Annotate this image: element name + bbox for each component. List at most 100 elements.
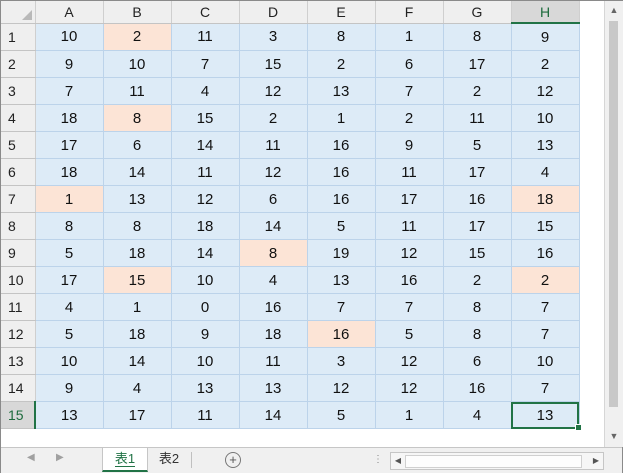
- cell-b9[interactable]: 18: [103, 239, 172, 267]
- cell-c8[interactable]: 18: [171, 212, 240, 240]
- cell-f6[interactable]: 11: [375, 158, 444, 186]
- cell-b1[interactable]: 2: [103, 23, 172, 51]
- cell-h12[interactable]: 7: [511, 320, 580, 348]
- cell-b7[interactable]: 13: [103, 185, 172, 213]
- cell-b14[interactable]: 4: [103, 374, 172, 402]
- cell-e2[interactable]: 2: [307, 50, 376, 78]
- row-header-13[interactable]: 13: [1, 347, 36, 375]
- cell-f8[interactable]: 11: [375, 212, 444, 240]
- cell-d14[interactable]: 13: [239, 374, 308, 402]
- cell-a5[interactable]: 17: [35, 131, 104, 159]
- cell-a12[interactable]: 5: [35, 320, 104, 348]
- cell-h11[interactable]: 7: [511, 293, 580, 321]
- cell-f3[interactable]: 7: [375, 77, 444, 105]
- cell-a7[interactable]: 1: [35, 185, 104, 213]
- cell-c5[interactable]: 14: [171, 131, 240, 159]
- cell-b13[interactable]: 14: [103, 347, 172, 375]
- cell-h2[interactable]: 2: [511, 50, 580, 78]
- cell-h8[interactable]: 15: [511, 212, 580, 240]
- column-header-f[interactable]: F: [375, 1, 444, 24]
- cell-h9[interactable]: 16: [511, 239, 580, 267]
- cell-h14[interactable]: 7: [511, 374, 580, 402]
- cell-c6[interactable]: 11: [171, 158, 240, 186]
- tab-sheet2[interactable]: 表2: [150, 448, 188, 470]
- cell-g8[interactable]: 17: [443, 212, 512, 240]
- cell-e10[interactable]: 13: [307, 266, 376, 294]
- column-header-d[interactable]: D: [239, 1, 308, 24]
- cell-d8[interactable]: 14: [239, 212, 308, 240]
- cell-f1[interactable]: 1: [375, 23, 444, 51]
- next-sheet-icon[interactable]: ▶: [56, 452, 64, 463]
- cell-c4[interactable]: 15: [171, 104, 240, 132]
- cell-a13[interactable]: 10: [35, 347, 104, 375]
- row-header-2[interactable]: 2: [1, 50, 36, 78]
- cell-d4[interactable]: 2: [239, 104, 308, 132]
- cell-d1[interactable]: 3: [239, 23, 308, 51]
- cell-b15[interactable]: 17: [103, 401, 172, 429]
- cell-f15[interactable]: 1: [375, 401, 444, 429]
- horizontal-scrollbar[interactable]: ◀ ▶: [390, 452, 604, 470]
- row-header-3[interactable]: 3: [1, 77, 36, 105]
- scroll-down-icon[interactable]: ▼: [605, 427, 623, 445]
- cell-g6[interactable]: 17: [443, 158, 512, 186]
- column-header-c[interactable]: C: [171, 1, 240, 24]
- cell-g13[interactable]: 6: [443, 347, 512, 375]
- cell-c11[interactable]: 0: [171, 293, 240, 321]
- cell-c15[interactable]: 11: [171, 401, 240, 429]
- row-header-14[interactable]: 14: [1, 374, 36, 402]
- cell-e11[interactable]: 7: [307, 293, 376, 321]
- cell-g5[interactable]: 5: [443, 131, 512, 159]
- cell-a8[interactable]: 8: [35, 212, 104, 240]
- cell-h3[interactable]: 12: [511, 77, 580, 105]
- cell-f2[interactable]: 6: [375, 50, 444, 78]
- cell-b8[interactable]: 8: [103, 212, 172, 240]
- cell-f5[interactable]: 9: [375, 131, 444, 159]
- column-header-g[interactable]: G: [443, 1, 512, 24]
- cell-a1[interactable]: 10: [35, 23, 104, 51]
- cell-d6[interactable]: 12: [239, 158, 308, 186]
- cell-c9[interactable]: 14: [171, 239, 240, 267]
- cell-g14[interactable]: 16: [443, 374, 512, 402]
- cell-f4[interactable]: 2: [375, 104, 444, 132]
- cell-h1[interactable]: 9: [511, 23, 580, 51]
- cell-f9[interactable]: 12: [375, 239, 444, 267]
- cell-e1[interactable]: 8: [307, 23, 376, 51]
- cell-f14[interactable]: 12: [375, 374, 444, 402]
- cell-g9[interactable]: 15: [443, 239, 512, 267]
- tab-sheet1[interactable]: 表1: [102, 448, 148, 472]
- cell-h15[interactable]: 13: [511, 401, 581, 431]
- cell-g10[interactable]: 2: [443, 266, 512, 294]
- cell-f13[interactable]: 12: [375, 347, 444, 375]
- cell-g3[interactable]: 2: [443, 77, 512, 105]
- cell-h7[interactable]: 18: [511, 185, 580, 213]
- select-all-corner[interactable]: [1, 1, 36, 24]
- cell-h5[interactable]: 13: [511, 131, 580, 159]
- cell-a4[interactable]: 18: [35, 104, 104, 132]
- column-header-h[interactable]: H: [511, 1, 580, 24]
- column-header-e[interactable]: E: [307, 1, 376, 24]
- cell-e8[interactable]: 5: [307, 212, 376, 240]
- column-header-b[interactable]: B: [103, 1, 172, 24]
- cell-c14[interactable]: 13: [171, 374, 240, 402]
- cell-h4[interactable]: 10: [511, 104, 580, 132]
- cell-b12[interactable]: 18: [103, 320, 172, 348]
- add-sheet-icon[interactable]: +: [225, 452, 241, 468]
- row-header-5[interactable]: 5: [1, 131, 36, 159]
- cell-g15[interactable]: 4: [443, 401, 512, 429]
- cell-h13[interactable]: 10: [511, 347, 580, 375]
- cell-d7[interactable]: 6: [239, 185, 308, 213]
- cell-c13[interactable]: 10: [171, 347, 240, 375]
- horizontal-scroll-thumb[interactable]: [405, 455, 582, 468]
- cell-e6[interactable]: 16: [307, 158, 376, 186]
- row-header-15[interactable]: 15: [1, 401, 36, 429]
- cell-e14[interactable]: 12: [307, 374, 376, 402]
- cell-e15[interactable]: 5: [307, 401, 376, 429]
- cell-d9[interactable]: 8: [239, 239, 308, 267]
- row-header-11[interactable]: 11: [1, 293, 36, 321]
- cell-f10[interactable]: 16: [375, 266, 444, 294]
- cell-d15[interactable]: 14: [239, 401, 308, 429]
- cell-a14[interactable]: 9: [35, 374, 104, 402]
- row-header-10[interactable]: 10: [1, 266, 36, 294]
- row-header-6[interactable]: 6: [1, 158, 36, 186]
- column-header-a[interactable]: A: [35, 1, 104, 24]
